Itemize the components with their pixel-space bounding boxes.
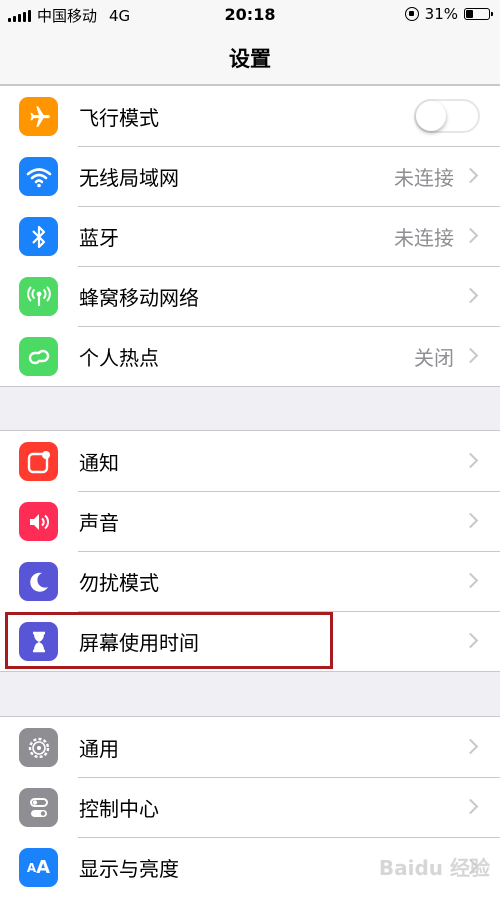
status-bar: 中国移动 4G 20:18 31% [0, 0, 500, 30]
chevron-right-icon [462, 227, 479, 244]
row-label: 通用 [79, 737, 119, 761]
row-label: 个人热点 [79, 346, 159, 370]
row-cellular[interactable]: 蜂窝移动网络 [0, 266, 500, 326]
toggle-knob [416, 101, 446, 131]
row-bluetooth[interactable]: 蓝牙 未连接 [0, 206, 500, 266]
row-label: 飞行模式 [79, 106, 159, 130]
chevron-right-icon [462, 632, 479, 649]
battery-icon [464, 8, 493, 20]
chevron-right-icon [462, 512, 479, 529]
battery-percent: 31% [424, 5, 458, 23]
airplane-icon [19, 97, 58, 136]
airplane-mode-toggle[interactable] [414, 99, 480, 133]
status-right: 31% [404, 5, 493, 23]
row-value: 未连接 [394, 166, 454, 190]
row-value: 未连接 [394, 226, 454, 250]
row-label: 控制中心 [79, 797, 159, 821]
page-title: 设置 [229, 47, 271, 71]
bluetooth-icon [19, 217, 58, 256]
hotspot-icon [19, 337, 58, 376]
row-label: 蓝牙 [79, 226, 119, 250]
row-wifi[interactable]: 无线局域网 未连接 [0, 146, 500, 206]
row-control-center[interactable]: 控制中心 [0, 777, 500, 837]
chevron-right-icon [462, 167, 479, 184]
row-do-not-disturb[interactable]: 勿扰模式 [0, 551, 500, 611]
navigation-bar: 设置 [0, 30, 500, 85]
wifi-icon [19, 157, 58, 196]
row-general[interactable]: 通用 [0, 717, 500, 777]
settings-group-connectivity: 飞行模式 无线局域网 未连接 蓝牙 未连接 蜂窝移动网络 个人热点 关闭 [0, 85, 500, 387]
row-label: 通知 [79, 451, 119, 475]
chevron-right-icon [462, 738, 479, 755]
chevron-right-icon [462, 347, 479, 364]
watermark: Baidu 经验 [378, 856, 490, 880]
control-center-icon [19, 788, 58, 827]
row-value: 关闭 [414, 346, 454, 370]
orientation-lock-icon [404, 7, 419, 21]
cellular-icon [19, 277, 58, 316]
display-brightness-icon: AA [19, 848, 58, 887]
row-sounds[interactable]: 声音 [0, 491, 500, 551]
notifications-icon [19, 442, 58, 481]
row-airplane-mode[interactable]: 飞行模式 [0, 86, 500, 146]
highlight-annotation [5, 612, 333, 669]
chevron-right-icon [462, 572, 479, 589]
chevron-right-icon [462, 452, 479, 469]
row-label: 无线局域网 [79, 166, 179, 190]
chevron-right-icon [462, 798, 479, 815]
chevron-right-icon [462, 287, 479, 304]
battery-fill [466, 10, 473, 18]
sounds-icon [19, 502, 58, 541]
row-label: 声音 [79, 511, 119, 535]
row-label: 勿扰模式 [79, 571, 159, 595]
row-personal-hotspot[interactable]: 个人热点 关闭 [0, 326, 500, 386]
row-notifications[interactable]: 通知 [0, 431, 500, 491]
row-label: 显示与亮度 [79, 857, 179, 881]
gear-icon [19, 728, 58, 767]
moon-icon [19, 562, 58, 601]
row-label: 蜂窝移动网络 [79, 286, 199, 310]
